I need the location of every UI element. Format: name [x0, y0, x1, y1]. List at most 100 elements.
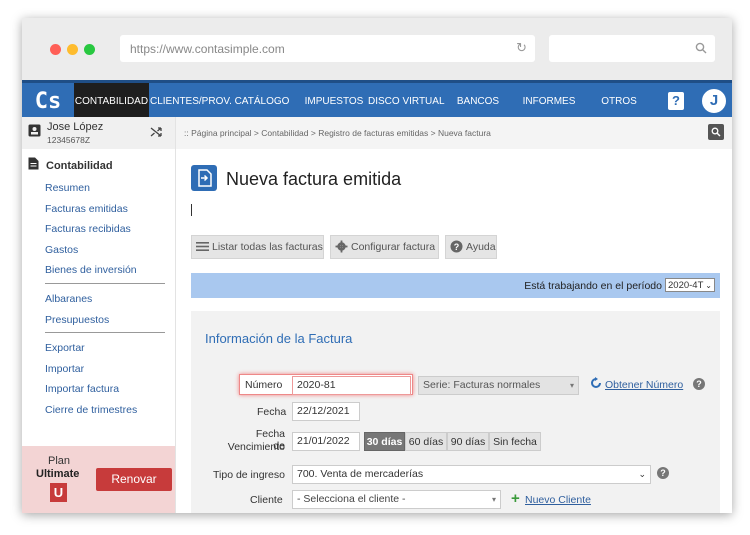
question-icon[interactable]: ? [693, 378, 705, 390]
document-icon [28, 157, 39, 170]
vencimiento-input[interactable]: 21/01/2022 [292, 432, 360, 451]
plan-name: Ultimate [36, 468, 80, 480]
obtener-numero-link[interactable]: Obtener Número [605, 379, 683, 391]
fecha-label: Fecha [257, 406, 287, 418]
sidebar-item-exportar[interactable]: Exportar [45, 342, 85, 354]
list-icon [196, 242, 209, 251]
chevron-down-icon: ⌄ [638, 469, 646, 479]
invoice-out-icon [191, 165, 217, 191]
gear-icon [335, 240, 348, 253]
serie-select[interactable]: Serie: Facturas normales ▾ [418, 376, 579, 395]
sidebar-divider [45, 332, 165, 333]
nav-contabilidad[interactable]: CONTABILIDAD [74, 83, 149, 120]
sidebar: Jose López 12345678Z Contabilidad Resume… [22, 117, 176, 513]
user-id: 12345678Z [47, 135, 91, 145]
sidebar-divider [45, 283, 165, 284]
search-button[interactable] [708, 124, 724, 140]
sidebar-item-bienes-inversion[interactable]: Bienes de inversión [45, 264, 137, 276]
nav-bancos[interactable]: BANCOS [454, 83, 502, 120]
sidebar-item-cierre-trimestres[interactable]: Cierre de trimestres [45, 404, 137, 416]
list-all-invoices-label: Listar todas las facturas [212, 241, 323, 253]
browser-window: https://www.contasimple.com ↻ Cs CONTABI… [22, 18, 732, 513]
contasimple-logo[interactable]: Cs [22, 83, 74, 120]
help-label: Ayuda [466, 241, 496, 253]
help-button[interactable]: ? Ayuda [445, 235, 497, 259]
renovar-button[interactable]: Renovar [96, 468, 172, 491]
configure-invoice-label: Configurar factura [351, 241, 436, 253]
period-label: Está trabajando en el período [524, 280, 662, 292]
sidebar-item-resumen[interactable]: Resumen [45, 182, 90, 194]
user-name: Jose López [47, 121, 104, 133]
breadcrumb-bar: :: Página principal > Contabilidad > Reg… [176, 117, 732, 149]
nav-impuestos[interactable]: IMPUESTOS [303, 83, 365, 120]
tipo-ingreso-label: Tipo de ingreso [213, 469, 285, 481]
tipo-ingreso-value: 700. Venta de mercaderías [297, 468, 424, 480]
user-card-icon [28, 124, 41, 137]
question-icon[interactable]: ? [657, 467, 669, 479]
user-avatar[interactable]: J [700, 87, 728, 115]
vencimiento-30-dias[interactable]: 30 días [364, 432, 405, 451]
nav-catalogo[interactable]: CATÁLOGO [229, 83, 295, 120]
address-bar-url: https://www.contasimple.com [130, 42, 285, 56]
minimize-window-button[interactable] [67, 44, 78, 55]
tipo-ingreso-select[interactable]: 700. Venta de mercaderías ⌄ [292, 465, 651, 484]
refresh-icon[interactable] [590, 377, 602, 389]
plan-label: Plan [48, 455, 71, 467]
sidebar-item-facturas-emitidas[interactable]: Facturas emitidas [45, 203, 128, 215]
vencimiento-label-line2: Vencimiento [227, 441, 285, 453]
nuevo-cliente-link[interactable]: Nuevo Cliente [525, 494, 591, 506]
search-icon [695, 42, 707, 54]
numero-label: Número [245, 379, 283, 391]
main-navigation: Cs CONTABILIDAD CLIENTES/PROV. CATÁLOGO … [22, 80, 732, 120]
question-icon: ? [450, 240, 463, 253]
nav-otros[interactable]: OTROS [599, 83, 639, 120]
fecha-input[interactable]: 22/12/2021 [292, 402, 360, 421]
sidebar-item-albaranes[interactable]: Albaranes [45, 293, 92, 305]
chevron-down-icon: ⌄ [705, 281, 712, 290]
switch-company-icon[interactable] [150, 126, 162, 138]
help-icon[interactable]: ? [668, 92, 684, 110]
reload-icon[interactable]: ↻ [516, 40, 527, 56]
period-value: 2020-4T [668, 280, 704, 291]
nav-informes[interactable]: INFORMES [521, 83, 577, 120]
breadcrumb[interactable]: :: Página principal > Contabilidad > Reg… [184, 128, 491, 138]
nav-disco-virtual[interactable]: DISCO VIRTUAL [368, 83, 445, 120]
invoice-info-panel: Información de la Factura Número 2020-81… [191, 311, 720, 513]
cliente-label: Cliente [250, 494, 283, 506]
close-window-button[interactable] [50, 44, 61, 55]
serie-value: Serie: Facturas normales [423, 379, 541, 391]
caret-down-icon: ▾ [569, 381, 574, 390]
sidebar-item-gastos[interactable]: Gastos [45, 244, 78, 256]
main-content: :: Página principal > Contabilidad > Reg… [176, 117, 732, 513]
plan-panel: Plan Ultimate U Renovar [22, 446, 175, 513]
vencimiento-60-dias[interactable]: 60 días [405, 432, 447, 451]
svg-text:?: ? [454, 242, 460, 252]
vencimiento-sin-fecha[interactable]: Sin fecha [489, 432, 541, 451]
sidebar-item-facturas-recibidas[interactable]: Facturas recibidas [45, 223, 131, 235]
period-bar: Está trabajando en el período 2020-4T ⌄ [191, 273, 720, 298]
list-all-invoices-button[interactable]: Listar todas las facturas [191, 235, 324, 259]
sidebar-item-presupuestos[interactable]: Presupuestos [45, 314, 109, 326]
sidebar-item-importar-factura[interactable]: Importar factura [45, 383, 119, 395]
period-select[interactable]: 2020-4T ⌄ [665, 278, 715, 292]
user-panel: Jose López 12345678Z [22, 117, 175, 149]
sidebar-section-title: Contabilidad [46, 160, 113, 172]
browser-chrome: https://www.contasimple.com ↻ [22, 18, 732, 80]
nav-clientes[interactable]: CLIENTES/PROV. [150, 83, 232, 120]
cliente-placeholder: - Selecciona el cliente - [297, 493, 406, 505]
cliente-select[interactable]: - Selecciona el cliente - ▾ [292, 490, 501, 509]
browser-search-input[interactable] [549, 35, 715, 62]
sidebar-item-importar[interactable]: Importar [45, 363, 84, 375]
search-icon [711, 127, 721, 137]
vencimiento-90-dias[interactable]: 90 días [447, 432, 489, 451]
plan-badge: U [50, 483, 67, 502]
configure-invoice-button[interactable]: Configurar factura [330, 235, 439, 259]
invoice-info-heading: Información de la Factura [205, 331, 353, 346]
page-title: Nueva factura emitida [226, 169, 402, 189]
maximize-window-button[interactable] [84, 44, 95, 55]
plus-icon[interactable]: + [511, 490, 520, 507]
address-bar[interactable]: https://www.contasimple.com ↻ [120, 35, 535, 62]
caret-down-icon: ▾ [491, 495, 496, 504]
numero-input[interactable]: 2020-81 [292, 376, 411, 395]
text-cursor [191, 204, 192, 216]
